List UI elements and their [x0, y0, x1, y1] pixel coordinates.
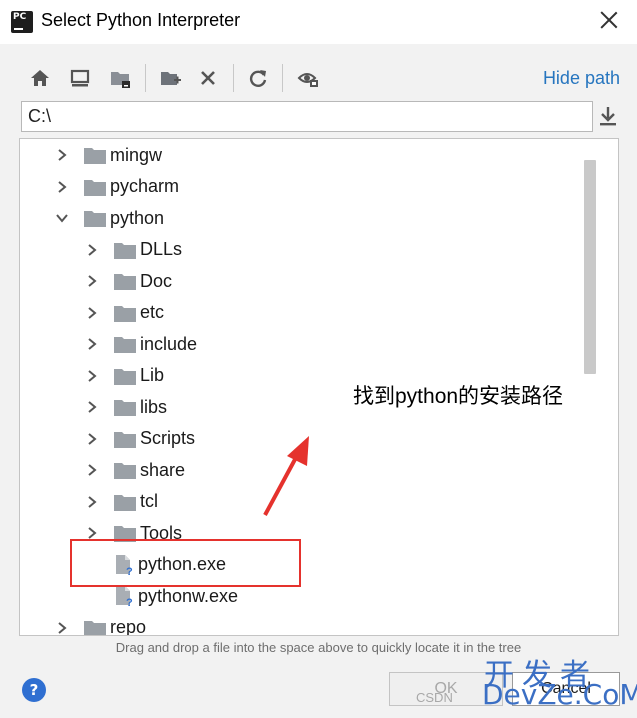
- folder-icon: [114, 304, 136, 322]
- tree-folder-row[interactable]: repo: [53, 613, 147, 636]
- tree-folder-row[interactable]: share: [83, 455, 185, 485]
- new-folder-icon[interactable]: [156, 62, 184, 94]
- tree-folder-row[interactable]: include: [83, 329, 197, 359]
- chevron-right-icon[interactable]: [83, 241, 101, 259]
- chevron-right-icon[interactable]: [83, 272, 101, 290]
- chevron-right-icon[interactable]: [53, 178, 71, 196]
- tree-item-label: repo: [110, 617, 147, 636]
- project-folder-icon[interactable]: [106, 62, 134, 94]
- annotation-highlight-box: [70, 539, 301, 587]
- tree-item-label: tcl: [140, 491, 158, 511]
- folder-icon: [84, 146, 106, 164]
- tree-item-label: etc: [140, 302, 165, 322]
- window-title: Select Python Interpreter: [41, 10, 241, 30]
- close-icon[interactable]: [599, 10, 619, 30]
- chevron-right-icon[interactable]: [83, 430, 101, 448]
- download-icon[interactable]: [596, 104, 620, 128]
- tree-item-label: pythonw.exe: [138, 585, 239, 606]
- unknown-file-icon: ?: [114, 585, 134, 609]
- chevron-right-icon[interactable]: [83, 304, 101, 322]
- tree-item-label: libs: [140, 396, 168, 417]
- tree-item-label: share: [140, 459, 186, 480]
- chevron-right-icon[interactable]: [83, 493, 101, 511]
- tree-folder-row[interactable]: mingw: [53, 140, 162, 170]
- tree-folder-row[interactable]: libs: [83, 392, 167, 422]
- folder-icon: [84, 619, 106, 635]
- chevron-down-icon[interactable]: [53, 209, 71, 227]
- tree-item-label: python: [110, 207, 165, 228]
- desktop-icon[interactable]: [66, 62, 94, 94]
- tree-folder-row[interactable]: etc: [83, 298, 164, 328]
- tree-folder-row[interactable]: DLLs: [83, 235, 182, 265]
- tree-folder-row[interactable]: python: [53, 203, 164, 233]
- show-hidden-icon[interactable]: [294, 62, 322, 94]
- chevron-right-icon[interactable]: [83, 335, 101, 353]
- chevron-right-icon[interactable]: [83, 461, 101, 479]
- folder-icon: [84, 209, 106, 227]
- tree-item-label: Doc: [140, 270, 173, 291]
- folder-icon: [84, 178, 106, 196]
- chevron-right-icon[interactable]: [53, 619, 71, 636]
- tree-folder-row[interactable]: Lib: [83, 361, 164, 391]
- watermark-line2: DevZe.CoM: [482, 678, 637, 711]
- folder-icon: [114, 335, 136, 353]
- folder-icon: [114, 493, 136, 511]
- tree-scrollbar[interactable]: [584, 160, 596, 374]
- watermark-csdn: CSDN: [416, 690, 453, 705]
- tree-folder-row[interactable]: Doc: [83, 266, 172, 296]
- tree-item-label: mingw: [110, 144, 163, 165]
- folder-icon: [114, 398, 136, 416]
- pycharm-app-icon: PC: [9, 9, 35, 35]
- toolbar-separator: [282, 64, 283, 92]
- tree-folder-row[interactable]: pycharm: [53, 172, 179, 202]
- annotation-arrow: [263, 436, 309, 516]
- path-input[interactable]: C:\: [21, 101, 593, 132]
- app-icon-text: PC: [13, 12, 27, 22]
- svg-text:?: ?: [126, 597, 133, 607]
- annotation-text: 找到python的安装路径: [353, 385, 564, 408]
- title-bar: PC Select Python Interpreter: [0, 0, 637, 44]
- delete-icon[interactable]: [194, 62, 222, 94]
- folder-icon: [114, 241, 136, 259]
- tree-folder-row[interactable]: tcl: [83, 487, 158, 517]
- chevron-right-icon[interactable]: [83, 398, 101, 416]
- tree-item-label: DLLs: [140, 239, 183, 259]
- folder-icon: [114, 430, 136, 448]
- home-icon[interactable]: [26, 62, 54, 94]
- folder-icon: [114, 461, 136, 479]
- hide-path-link[interactable]: Hide path: [543, 68, 620, 89]
- refresh-icon[interactable]: [244, 62, 272, 94]
- chevron-right-icon[interactable]: [83, 367, 101, 385]
- folder-icon: [114, 272, 136, 290]
- folder-icon: [114, 367, 136, 385]
- help-button[interactable]: ?: [22, 678, 46, 702]
- tree-item-label: Scripts: [140, 428, 196, 448]
- chevron-right-icon[interactable]: [53, 146, 71, 164]
- toolbar-separator: [145, 64, 146, 92]
- tree-item-label: Lib: [140, 365, 165, 385]
- toolbar-separator: [233, 64, 234, 92]
- tree-folder-row[interactable]: Scripts: [83, 424, 195, 454]
- tree-item-label: pycharm: [110, 176, 180, 196]
- tree-item-label: include: [140, 333, 198, 354]
